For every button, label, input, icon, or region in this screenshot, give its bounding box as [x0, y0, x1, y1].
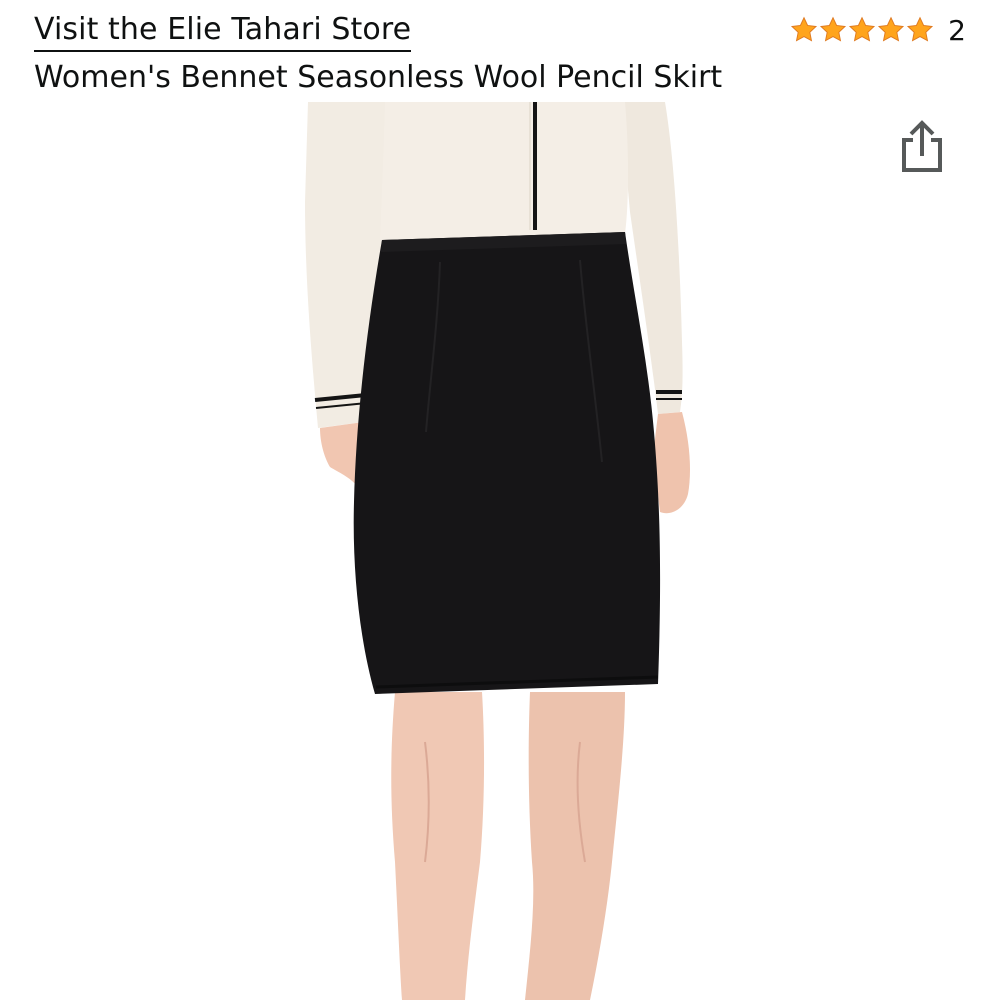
star-icon — [791, 16, 818, 42]
share-icon[interactable] — [896, 118, 948, 174]
star-icon — [907, 16, 934, 42]
right-leg — [525, 692, 625, 1000]
star-icon — [849, 16, 876, 42]
product-page: Visit the Elie Tahari Store Women's Benn… — [0, 0, 1000, 1000]
store-link[interactable]: Visit the Elie Tahari Store — [34, 10, 412, 52]
blouse — [380, 102, 629, 242]
star-icon — [878, 16, 905, 42]
left-leg — [391, 692, 485, 1000]
product-title: Women's Bennet Seasonless Wool Pencil Sk… — [34, 60, 723, 95]
star-rating — [790, 16, 934, 44]
product-image[interactable] — [290, 102, 710, 1000]
rating-summary[interactable]: 2 — [790, 10, 966, 50]
right-hand — [654, 412, 690, 514]
rating-count[interactable]: 2 — [948, 14, 966, 47]
skirt — [353, 232, 661, 694]
star-icon — [820, 16, 847, 42]
